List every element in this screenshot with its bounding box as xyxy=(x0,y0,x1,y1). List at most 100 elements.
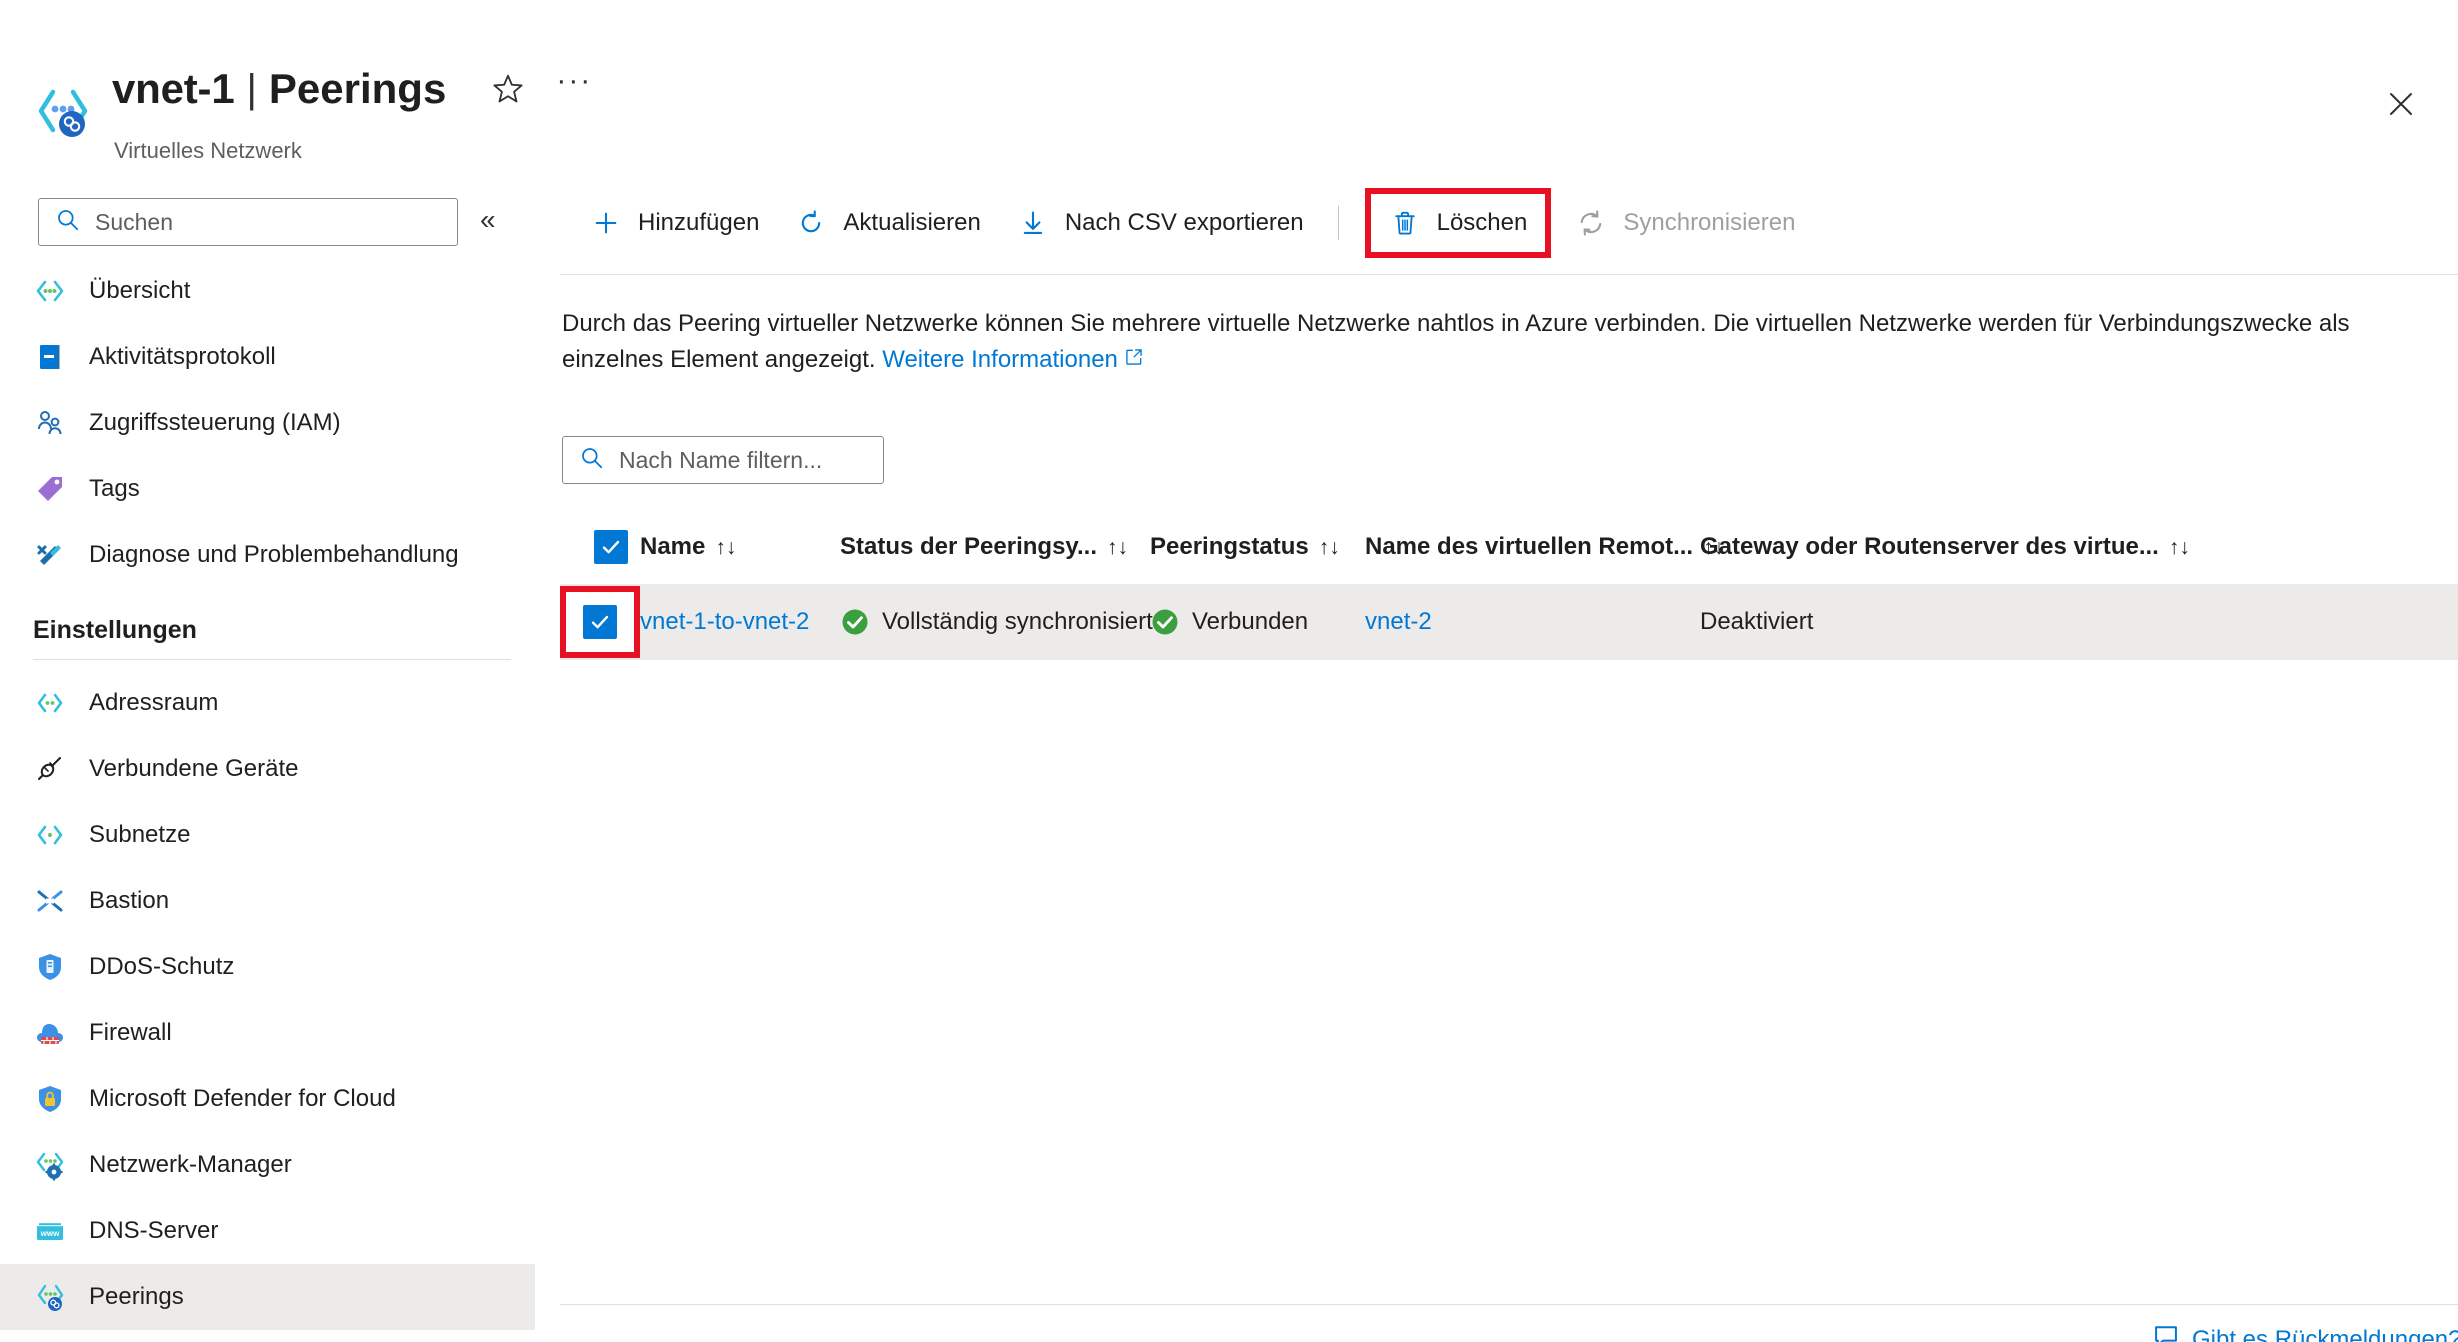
sidebar-item-tags[interactable]: Tags xyxy=(0,456,535,522)
collapse-sidebar-icon[interactable]: « xyxy=(480,206,496,234)
sidebar-item-aktivitaetsprotokoll[interactable]: Aktivitätsprotokoll xyxy=(0,324,535,390)
dns-server-icon: www xyxy=(33,1214,67,1248)
cell-peering-name: vnet-1-to-vnet-2 xyxy=(640,584,840,660)
add-button[interactable]: Hinzufügen xyxy=(572,194,777,252)
column-header-gateway[interactable]: Gateway oder Routenserver des virtue... ↑… xyxy=(1700,516,2458,584)
sidebar-nav-list: Übersicht Aktivitätsprotokoll xyxy=(0,258,535,1330)
sidebar-item-label: DDoS-Schutz xyxy=(89,953,234,981)
sidebar-item-label: Diagnose und Problembehandlung xyxy=(89,541,459,569)
activity-log-icon xyxy=(33,340,67,374)
footer-divider xyxy=(560,1304,2458,1305)
network-manager-icon xyxy=(33,1148,67,1182)
sidebar-item-verbundene-geraete[interactable]: Verbundene Geräte xyxy=(0,736,535,802)
delete-button[interactable]: Löschen xyxy=(1371,194,1546,252)
add-button-label: Hinzufügen xyxy=(638,209,759,237)
column-header-sync-status[interactable]: Status der Peeringsy... ↑↓ xyxy=(840,516,1150,584)
address-space-icon xyxy=(33,686,67,720)
firewall-icon xyxy=(33,1016,67,1050)
title-separator: | xyxy=(247,69,257,109)
peerings-table: Name↑↓ Status der Peeringsy... ↑↓ Peering… xyxy=(560,516,2458,660)
sync-button: Synchronisieren xyxy=(1557,194,1813,252)
toolbar-divider xyxy=(560,274,2458,275)
feedback-icon xyxy=(2152,1322,2180,1342)
sidebar-item-uebersicht[interactable]: Übersicht xyxy=(0,258,535,324)
sidebar-item-zugriffssteuerung[interactable]: Zugriffssteuerung (IAM) xyxy=(0,390,535,456)
ddos-protection-icon xyxy=(33,950,67,984)
toolbar-separator xyxy=(1338,206,1339,240)
peering-name-link[interactable]: vnet-1-to-vnet-2 xyxy=(640,608,809,635)
table-header: Name↑↓ Status der Peeringsy... ↑↓ Peering… xyxy=(560,516,2458,584)
feedback-link[interactable]: Gibt es Rückmeldungen? xyxy=(2152,1322,2458,1342)
blade-sidebar: « Übersicht xyxy=(0,186,535,1342)
row-select-cell xyxy=(560,584,640,660)
sort-icon[interactable]: ↑↓ xyxy=(1107,536,1128,559)
column-header-label: Gateway oder Routenserver des virtue... xyxy=(1700,533,2159,560)
sidebar-item-diagnose[interactable]: Diagnose und Problembehandlung xyxy=(0,522,535,588)
page-title: vnet-1 | Peerings ··· xyxy=(112,68,594,110)
sidebar-item-microsoft-defender-for-cloud[interactable]: Microsoft Defender for Cloud xyxy=(0,1066,535,1132)
sidebar-item-dns-server[interactable]: www DNS-Server xyxy=(0,1198,535,1264)
download-icon xyxy=(1017,207,1049,239)
sidebar-item-label: Adressraum xyxy=(89,689,218,717)
column-header-remote-vnet[interactable]: Name des virtuellen Remot...↑↓ xyxy=(1365,516,1700,584)
sort-icon[interactable]: ↑↓ xyxy=(715,536,736,559)
cell-sync-status: Vollständig synchronisiert xyxy=(840,584,1150,660)
sidebar-section-title: Einstellungen xyxy=(0,588,535,651)
column-header-name[interactable]: Name↑↓ xyxy=(640,516,840,584)
export-csv-button[interactable]: Nach CSV exportieren xyxy=(999,194,1322,252)
search-icon xyxy=(579,445,605,476)
sidebar-item-firewall[interactable]: Firewall xyxy=(0,1000,535,1066)
virtual-network-icon xyxy=(33,274,67,308)
command-toolbar: Hinzufügen Aktualisieren xyxy=(560,186,2458,260)
search-icon xyxy=(55,207,81,238)
delete-button-label: Löschen xyxy=(1437,209,1528,237)
column-header-label: Name des virtuellen Remot... xyxy=(1365,533,1693,560)
peerings-table-wrap: Name↑↓ Status der Peeringsy... ↑↓ Peering… xyxy=(560,516,2458,660)
blade-header: vnet-1 | Peerings ··· Virtuelles Netzwer… xyxy=(0,0,2458,186)
table-header-row: Name↑↓ Status der Peeringsy... ↑↓ Peering… xyxy=(560,516,2458,584)
sidebar-item-subnetze[interactable]: Subnetze xyxy=(0,802,535,868)
ellipsis-icon[interactable]: ··· xyxy=(554,69,594,109)
sync-status-text: Vollständig synchronisiert xyxy=(882,608,1153,636)
star-icon[interactable] xyxy=(488,69,528,109)
refresh-icon xyxy=(795,207,827,239)
sort-icon[interactable]: ↑↓ xyxy=(1319,536,1340,559)
peerings-blade: vnet-1 | Peerings ··· Virtuelles Netzwer… xyxy=(0,0,2458,1342)
close-icon[interactable] xyxy=(2379,82,2423,126)
column-header-label: Peeringstatus xyxy=(1150,533,1309,560)
plus-icon xyxy=(590,207,622,239)
filter-by-name[interactable] xyxy=(562,436,884,484)
sidebar-item-ddos-schutz[interactable]: DDoS-Schutz xyxy=(0,934,535,1000)
cell-remote-vnet: vnet-2 xyxy=(1365,584,1700,660)
sidebar-item-label: Microsoft Defender for Cloud xyxy=(89,1085,396,1113)
sort-icon[interactable]: ↑↓ xyxy=(2169,536,2190,559)
remote-vnet-link[interactable]: vnet-2 xyxy=(1365,608,1432,635)
peering-status-text: Verbunden xyxy=(1192,608,1308,636)
row-checkbox[interactable] xyxy=(583,605,617,639)
filter-input[interactable] xyxy=(619,447,859,474)
main-content: Hinzufügen Aktualisieren xyxy=(560,186,2458,1342)
table-row[interactable]: vnet-1-to-vnet-2 Vollständig xyxy=(560,584,2458,660)
learn-more-link[interactable]: Weitere Informationen xyxy=(882,346,1144,373)
refresh-button-label: Aktualisieren xyxy=(843,209,980,237)
refresh-button[interactable]: Aktualisieren xyxy=(777,194,998,252)
connected-devices-icon xyxy=(33,752,67,786)
column-header-label: Status der Peeringsy... xyxy=(840,533,1097,560)
sidebar-search[interactable] xyxy=(38,198,458,246)
table-body: vnet-1-to-vnet-2 Vollständig xyxy=(560,584,2458,660)
sidebar-item-bastion[interactable]: Bastion xyxy=(0,868,535,934)
sidebar-divider xyxy=(33,659,511,660)
sidebar-item-netzwerk-manager[interactable]: Netzwerk-Manager xyxy=(0,1132,535,1198)
delete-button-highlight: Löschen xyxy=(1365,188,1552,258)
description-text: Durch das Peering virtueller Netzwerke k… xyxy=(562,310,2350,373)
select-all-checkbox[interactable] xyxy=(594,530,628,564)
export-csv-button-label: Nach CSV exportieren xyxy=(1065,209,1304,237)
sidebar-item-peerings[interactable]: Peerings xyxy=(0,1264,535,1330)
column-header-peering-status[interactable]: Peeringstatus ↑↓ xyxy=(1150,516,1365,584)
search-input[interactable] xyxy=(95,209,425,236)
sidebar-item-label: Aktivitätsprotokoll xyxy=(89,343,276,371)
sidebar-item-adressraum[interactable]: Adressraum xyxy=(0,670,535,736)
svg-text:www: www xyxy=(40,1229,60,1238)
virtual-network-peering-icon xyxy=(33,82,91,140)
blade-page-name: Peerings xyxy=(269,68,446,110)
